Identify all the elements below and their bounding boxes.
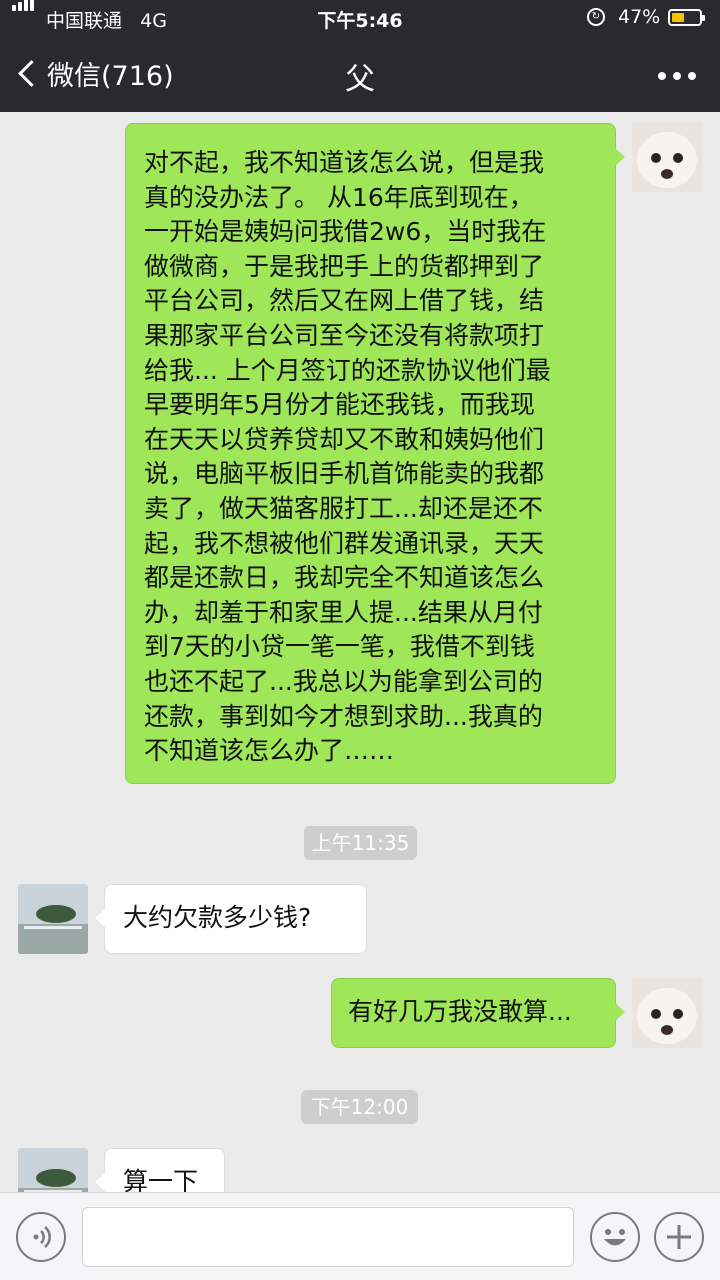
more-icon[interactable] (658, 72, 696, 80)
message-line: 还款，事到如今才想到求助...我真的 (144, 701, 543, 731)
input-toolbar (0, 1192, 720, 1280)
message-input[interactable] (82, 1207, 574, 1267)
message-line: 在天天以贷养贷却又不敢和姨妈他们 (144, 424, 545, 454)
status-time: 下午5:46 (317, 10, 403, 32)
message-line: 平台公司，然后又在网上借了钱，结 (144, 286, 545, 316)
battery-icon (668, 9, 705, 26)
message-bubble-incoming[interactable]: 大约欠款多少钱? (95, 884, 367, 954)
timestamp: 上午11:35 (304, 826, 417, 860)
voice-icon (33, 1226, 51, 1248)
avatar-contact[interactable] (18, 884, 88, 954)
message-bubble-outgoing[interactable]: 有好几万我没敢算... (331, 978, 625, 1048)
avatar-self[interactable] (632, 978, 702, 1048)
timestamp: 下午12:00 (301, 1090, 418, 1124)
message-line: 说，电脑平板旧手机首饰能卖的我都 (144, 459, 545, 489)
nav-bar: 微信(716) 父 (0, 40, 720, 112)
message-line: 对不起，我不知道该怎么说，但是我 (144, 148, 545, 177)
orientation-lock-icon: ↻ (587, 8, 605, 26)
message-bubble-outgoing[interactable]: 对不起，我不知道该怎么说，但是我 真的没办法了。 从16年底到现在， 一开始是姨… (125, 123, 625, 784)
chat-title: 父 (345, 62, 375, 97)
message-text: 对不起，我不知道该怎么说，但是我 真的没办法了。 从16年底到现在， 一开始是姨… (144, 146, 599, 769)
message-line: 不知道该怎么办了…… (144, 736, 395, 766)
status-bar: 中国联通 4G 下午5:46 ↻ 47% (0, 0, 720, 36)
message-line: 到7天的小贷一笔一笔，我借不到钱 (144, 632, 535, 662)
message-line: 做微商，于是我把手上的货都押到了 (144, 251, 545, 281)
emoji-button[interactable] (590, 1212, 640, 1262)
top-bar: 中国联通 4G 下午5:46 ↻ 47% 微信(716) 父 (0, 0, 720, 112)
plus-icon (667, 1225, 691, 1249)
voice-button[interactable] (16, 1212, 66, 1262)
message-line: 办，却羞于和家里人提...结果从月付 (144, 597, 543, 627)
message-line: 起，我不想被他们群发通讯录，天天 (144, 528, 545, 558)
message-line: 也还不起了...我总以为能拿到公司的 (144, 666, 543, 696)
message-line: 都是还款日，我却完全不知道该怎么 (144, 563, 545, 593)
message-line: 卖了，做天猫客服打工...却还是还不 (144, 493, 543, 523)
plus-button[interactable] (654, 1212, 704, 1262)
message-line: 真的没办法了。 从16年底到现在， (144, 182, 534, 212)
message-line: 给我... 上个月签订的还款协议他们最 (144, 355, 551, 385)
battery-percent: 47% (618, 6, 661, 28)
message-line: 早要明年5月份才能还我钱，而我现 (144, 390, 535, 420)
message-text: 大约欠款多少钱? (123, 903, 312, 932)
emoji-icon (604, 1229, 626, 1246)
avatar-self[interactable] (632, 122, 702, 192)
message-line: 果那家平台公司至今还没有将款项打 (144, 320, 545, 350)
message-line: 一开始是姨妈问我借2w6，当时我在 (144, 217, 547, 247)
message-text: 有好几万我没敢算... (348, 997, 572, 1026)
